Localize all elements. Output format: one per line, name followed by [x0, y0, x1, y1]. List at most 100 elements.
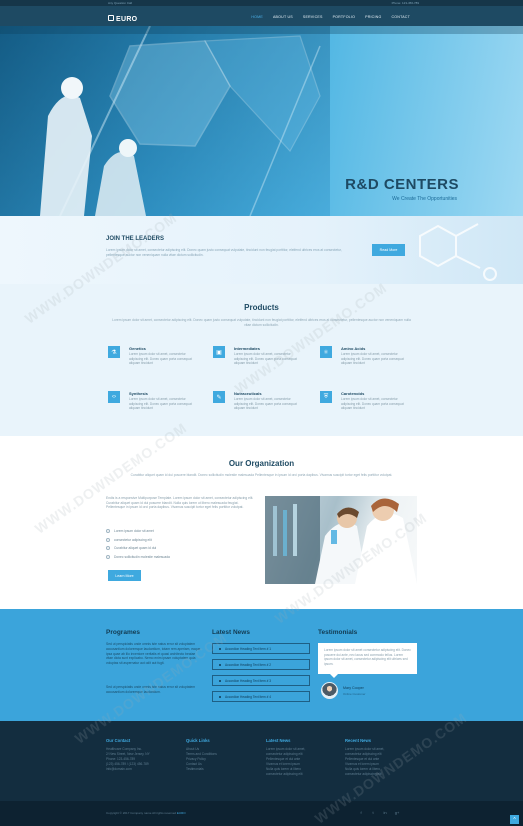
site-footer: Our Contact Healthcare Company Inc. 2/ N…	[0, 721, 523, 801]
list-item: consectetur adipiscing elit	[106, 536, 170, 545]
logo-title: EURO	[116, 15, 138, 23]
organization-body: Endis is a responsive Multipurpose Templ…	[106, 496, 254, 510]
nav-contact[interactable]: CONTACT	[386, 14, 415, 20]
bullet-icon	[219, 679, 221, 682]
product-carotenoids[interactable]: ⛨ Carotenoids Lorem ipsum dolor sit amet…	[320, 391, 420, 427]
twitter-icon[interactable]: t	[370, 810, 376, 815]
programs-title: Programes	[106, 629, 140, 636]
programs-text-1: Sed ut perspiciatis unde omnis iste natu…	[106, 642, 201, 666]
join-text: Lorem ipsum dolor sit amet, consectetur …	[106, 248, 342, 257]
lab-photo-illustration	[265, 496, 417, 584]
organization-section: Our Organization Curabitur aliquet quam …	[0, 436, 523, 609]
latest-news-title: Latest News	[212, 629, 250, 636]
product-title: Nutraceuticals	[234, 391, 262, 396]
news-item-label: Accordion Heading Text Item # 4	[225, 694, 272, 699]
circle-check-icon	[106, 555, 110, 560]
linkedin-icon[interactable]: in	[382, 810, 388, 815]
nav-pricing[interactable]: PRICING	[360, 14, 386, 20]
products-section: Products Lorem ipsum dolor sit amet, con…	[0, 284, 523, 436]
copyright-text: Copyright © 2017 Company name All rights…	[106, 811, 177, 815]
nav-services[interactable]: SERVICES	[298, 14, 328, 20]
bullet-icon	[219, 663, 221, 666]
product-title: Carotenoids	[341, 391, 365, 396]
programs-text-2: Sed ut perspiciatis unde omnis iste natu…	[106, 685, 196, 694]
footer-link[interactable]: Testimonials	[186, 767, 217, 772]
product-text: Lorem ipsum dolor sit amet, consectetur …	[234, 397, 297, 411]
google-plus-icon[interactable]: g+	[394, 810, 400, 815]
facebook-icon[interactable]: f	[358, 810, 364, 815]
join-title: JOIN THE LEADERS	[106, 236, 165, 242]
footer-recent-news: Lorem ipsum dolor sit amet, consectetur …	[345, 747, 384, 777]
join-read-more-button[interactable]: Read More	[372, 244, 405, 256]
list-item-text: Lorem ipsum dolor sit amet	[114, 529, 154, 534]
organization-title: Our Organization	[228, 459, 295, 468]
learn-more-button[interactable]: Learn More	[108, 570, 141, 581]
product-synthesis[interactable]: ‹› Synthesis Lorem ipsum dolor sit amet,…	[108, 391, 208, 427]
footer-email-link[interactable]: info@domain.com	[106, 767, 150, 772]
product-title: Genetics	[129, 346, 146, 351]
testimonials-title: Testimonials	[318, 629, 358, 636]
logo-icon	[108, 15, 114, 21]
circle-check-icon	[106, 537, 110, 542]
footer-contact-lines: Healthcare Company Inc. 2/ New Street, N…	[106, 747, 150, 772]
syringe-icon: ✎	[213, 391, 225, 403]
product-genetics[interactable]: ⚗ Genetics Lorem ipsum dolor sit amet, c…	[108, 346, 208, 382]
nav-about-us[interactable]: ABOUT US	[268, 14, 298, 20]
back-to-top-button[interactable]: ^	[510, 815, 519, 824]
list-item-text: consectetur adipiscing elit	[114, 537, 152, 542]
news-accordion-item-1[interactable]: Accordion Heading Text Item # 1	[212, 643, 310, 654]
footer-line: consectetur adipiscing elit	[345, 772, 382, 776]
hero-slider: R&D CENTERS We Create The Opportunities	[0, 26, 523, 216]
organization-intro: Curabitur aliquet quam id dui posuere bl…	[130, 473, 393, 477]
social-links: f t in g+	[358, 810, 400, 815]
list-item: Donec sollicitudin molestie malesuada	[106, 553, 170, 562]
product-title: Intermediates	[234, 346, 261, 351]
main-nav: HOME ABOUT US SERVICES PORTFOLIO PRICING…	[246, 14, 415, 20]
hero-title: R&D CENTERS	[345, 176, 459, 193]
copyright-bar: Copyright © 2017 Company name All rights…	[0, 801, 523, 826]
shield-icon: ⛨	[320, 391, 332, 403]
product-nutraceuticals[interactable]: ✎ Nutraceuticals Lorem ipsum dolor sit a…	[213, 391, 313, 427]
product-title: Synthesis	[129, 391, 148, 396]
product-text: Lorem ipsum dolor sit amet, consectetur …	[129, 352, 192, 366]
monitor-icon: ▣	[213, 346, 225, 358]
footer-quick-links: About Us Terms and Conditions Privacy Po…	[186, 747, 217, 772]
footer-contact-title: Our Contact	[106, 738, 131, 743]
avatar	[321, 682, 338, 699]
footer-links-title: Quick Links	[186, 738, 210, 743]
organization-list: Lorem ipsum dolor sit amet consectetur a…	[106, 527, 170, 561]
testimonial-name: Mary Cooper	[343, 686, 364, 690]
news-accordion-item-3[interactable]: Accordion Heading Text Item # 3	[212, 675, 310, 686]
bullet-icon	[219, 647, 221, 650]
footer-latest-news-title: Latest News	[266, 738, 291, 743]
news-item-label: Accordion Heading Text Item # 3	[225, 678, 272, 683]
code-icon: ‹›	[108, 391, 120, 403]
list-item-text: Donec sollicitudin molestie malesuada	[114, 555, 170, 560]
product-amino-acids[interactable]: ⚛ Amino Acids Lorem ipsum dolor sit amet…	[320, 346, 420, 382]
circle-check-icon	[106, 529, 110, 534]
testimonial-role: Online Customer	[343, 692, 366, 696]
footer-recent-news-title: Recent News	[345, 738, 372, 743]
product-title: Amino Acids	[341, 346, 366, 351]
list-item: Curabitur aliquet quam id dui	[106, 544, 170, 553]
molecule-icon: ⚛	[320, 346, 332, 358]
copyright-text-wrap: Copyright © 2017 Company name All rights…	[106, 811, 186, 815]
join-section: JOIN THE LEADERS Lorem ipsum dolor sit a…	[0, 216, 523, 284]
news-accordion-item-4[interactable]: Accordion Heading Text Item # 4	[212, 691, 310, 702]
product-intermediates[interactable]: ▣ Intermediates Lorem ipsum dolor sit am…	[213, 346, 313, 382]
products-title: Products	[244, 303, 279, 312]
lab-photo	[265, 496, 417, 584]
logo[interactable]: EURO PHARMA	[108, 11, 138, 28]
bullet-icon	[219, 695, 221, 698]
footer-latest-news: Lorem ipsum dolor sit amet, consectetur …	[266, 747, 305, 777]
list-item-text: Curabitur aliquet quam id dui	[114, 546, 157, 551]
copyright-link[interactable]: EURO	[177, 811, 186, 815]
news-accordion-item-2[interactable]: Accordion Heading Text Item # 2	[212, 659, 310, 670]
product-text: Lorem ipsum dolor sit amet, consectetur …	[234, 352, 297, 366]
nav-home[interactable]: HOME	[246, 14, 268, 20]
nav-portfolio[interactable]: PORTFOLIO	[328, 14, 361, 20]
product-text: Lorem ipsum dolor sit amet, consectetur …	[129, 397, 192, 411]
news-item-label: Accordion Heading Text Item # 2	[225, 662, 272, 667]
news-item-label: Accordion Heading Text Item # 1	[225, 646, 272, 651]
flask-icon: ⚗	[108, 346, 120, 358]
